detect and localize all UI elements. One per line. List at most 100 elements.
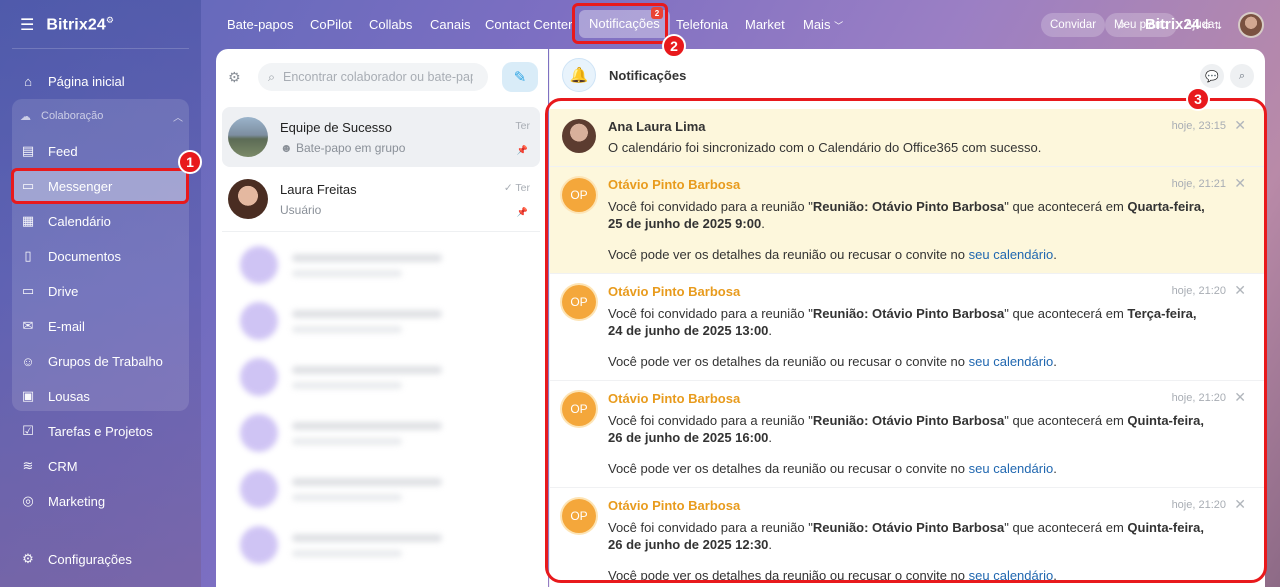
document-icon: ▯	[24, 248, 32, 263]
tab-more[interactable]: Mais ﹀	[803, 17, 843, 32]
sidebar-item-label: E-mail	[48, 318, 85, 334]
pin-icon: 📌	[516, 145, 528, 155]
collab-icon: ☁	[20, 110, 31, 123]
avatar	[240, 246, 278, 284]
callout-1: 1	[178, 150, 202, 174]
sidebar-item-settings[interactable]: ⚙ Configurações	[12, 543, 189, 575]
chat-list-panel: ⚙ ⌕ ✎ Equipe de Sucesso ☻ Bate-papo em g…	[216, 49, 548, 587]
my-plan-button[interactable]: Meu plano	[1105, 13, 1177, 37]
avatar	[240, 302, 278, 340]
tab-chats[interactable]: Bate-papos	[227, 17, 294, 32]
app-logo[interactable]: Bitrix24⚙	[46, 15, 114, 34]
drive-icon: ▭	[21, 283, 35, 298]
marketing-icon: ◎	[22, 493, 34, 508]
avatar	[228, 117, 268, 157]
chat-search[interactable]: ⌕	[258, 63, 488, 91]
callout-3: 3	[1186, 87, 1210, 111]
sidebar-item-label: Marketing	[48, 493, 106, 509]
calendar-icon: ▦	[21, 213, 35, 228]
tasks-icon: ☑	[22, 423, 34, 438]
sidebar-item-label: Lousas	[48, 388, 90, 404]
feed-icon: ▤	[21, 143, 35, 158]
sidebar-item-label: Drive	[48, 283, 79, 299]
chat-item-team[interactable]: Equipe de Sucesso ☻ Bate-papo em grupo T…	[222, 107, 540, 167]
list-item	[240, 523, 540, 567]
compose-button[interactable]: ✎	[502, 62, 538, 92]
chat-name: Laura Freitas	[280, 182, 357, 197]
tab-copilot[interactable]: CoPilot	[310, 17, 352, 32]
groups-icon: ☺	[21, 353, 35, 369]
avatar	[240, 526, 278, 564]
highlight-messenger	[11, 168, 189, 204]
search-notifications-button[interactable]: ⌕	[1230, 64, 1254, 88]
highlight-notifications-list	[545, 98, 1267, 583]
invite-button[interactable]: Convidar	[1041, 13, 1106, 37]
menu-icon[interactable]: ☰	[20, 15, 34, 35]
brand: ☰ Bitrix24⚙	[20, 15, 114, 35]
sidebar-item-drive[interactable]: ▭ Drive	[12, 275, 189, 307]
list-item	[240, 467, 540, 511]
search-input[interactable]	[283, 70, 474, 84]
chat-date: ✓ Ter	[504, 182, 530, 194]
avatar	[228, 179, 268, 219]
crm-icon: ≋	[22, 458, 34, 473]
filter-icon[interactable]: ⚙	[228, 69, 250, 86]
sidebar-item-label: Feed	[48, 143, 78, 159]
avatar	[240, 358, 278, 396]
list-item	[240, 299, 540, 343]
edit-icon: ✎	[513, 69, 527, 86]
tab-channels[interactable]: Canais	[430, 17, 470, 32]
mark-read-button[interactable]: 💬	[1200, 64, 1224, 88]
search-icon: ⌕	[1238, 69, 1246, 82]
tab-market[interactable]: Market	[745, 17, 785, 32]
list-item	[240, 411, 540, 455]
sidebar-divider	[12, 48, 189, 49]
chat-bubbles-icon: 💬	[1205, 70, 1219, 83]
chat-date: Ter	[515, 120, 530, 132]
sidebar-item-tasks[interactable]: ☑ Tarefas e Projetos	[12, 415, 189, 447]
mail-icon: ✉	[22, 318, 34, 333]
tab-contact-center[interactable]: Contact Center	[485, 17, 572, 32]
sidebar-item-calendar[interactable]: ▦ Calendário	[12, 205, 189, 237]
notifications-header: 🔔 Notificações 💬 ⌕	[550, 49, 1266, 101]
sidebar-item-groups[interactable]: ☺ Grupos de Trabalho	[12, 345, 189, 377]
help-button[interactable]: Ajuda	[1176, 13, 1223, 37]
highlight-notifications-tab	[572, 3, 668, 44]
sidebar-item-label: Tarefas e Projetos	[48, 423, 153, 439]
list-item	[240, 243, 540, 287]
sidebar-group-collab[interactable]: ☁ Colaboração ︿	[20, 106, 183, 126]
tab-collabs[interactable]: Collabs	[369, 17, 412, 32]
sidebar-group-label: Colaboração	[41, 110, 104, 122]
tab-telephony[interactable]: Telefonia	[676, 17, 728, 32]
chat-name: Equipe de Sucesso	[280, 120, 393, 135]
sidebar-item-email[interactable]: ✉ E-mail	[12, 310, 189, 342]
avatar	[240, 470, 278, 508]
sidebar-item-boards[interactable]: ▣ Lousas	[12, 380, 189, 412]
sidebar-item-crm[interactable]: ≋ CRM	[12, 450, 189, 482]
chat-toolbar: ⚙ ⌕ ✎	[228, 62, 538, 92]
sidebar-item-label: Configurações	[48, 551, 132, 567]
chat-subtitle: Usuário	[280, 203, 322, 217]
left-sidebar: ☰ Bitrix24⚙ ⌂ Página inicial ☁ Colaboraç…	[0, 0, 201, 587]
sidebar-item-label: Calendário	[48, 213, 111, 229]
chevron-up-icon[interactable]: ︿	[173, 109, 183, 124]
list-item	[240, 355, 540, 399]
gear-icon: ⚙	[22, 551, 34, 566]
chat-subtitle: Bate-papo em grupo	[295, 141, 406, 155]
tab-more-label: Mais	[803, 17, 831, 32]
callout-2: 2	[662, 34, 686, 58]
pin-icon: 📌	[516, 207, 528, 217]
avatar	[240, 414, 278, 452]
chat-date-label: Ter	[515, 182, 530, 194]
top-navigation: Bate-papos CoPilot Collabs Canais Contac…	[201, 0, 1280, 50]
sidebar-item-marketing[interactable]: ◎ Marketing	[12, 485, 189, 517]
settings-small-icon: ⚙	[105, 15, 115, 26]
avatar[interactable]	[1238, 12, 1264, 38]
sidebar-item-label: Grupos de Trabalho	[48, 353, 163, 369]
group-chat-icon: ☻	[280, 141, 293, 155]
page-title: Notificações	[609, 67, 687, 83]
sidebar-item-feed[interactable]: ▤ Feed	[12, 135, 189, 167]
sidebar-item-documents[interactable]: ▯ Documentos	[12, 240, 189, 272]
sidebar-item-home[interactable]: ⌂ Página inicial	[12, 65, 189, 97]
chat-item-laura[interactable]: Laura Freitas Usuário ✓ Ter 📌	[222, 169, 540, 229]
